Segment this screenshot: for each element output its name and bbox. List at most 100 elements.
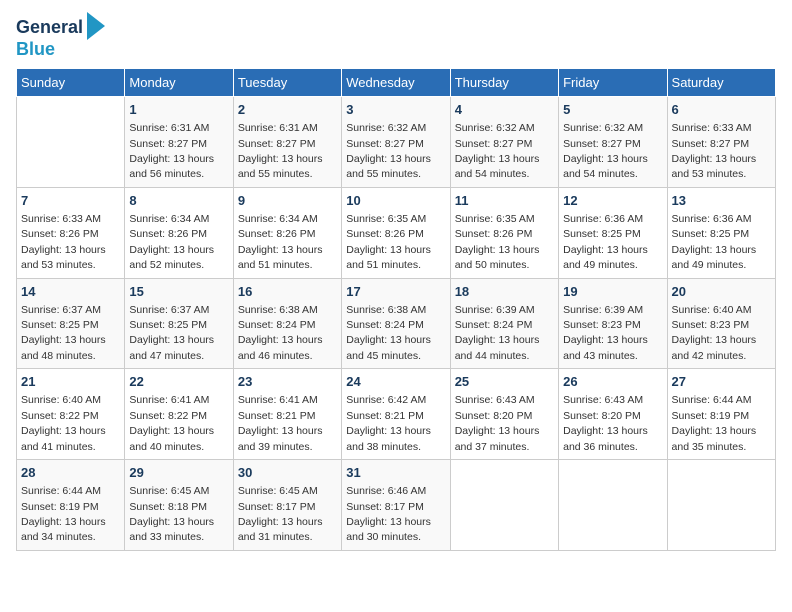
day-number: 22 [129,373,228,391]
calendar-header: SundayMondayTuesdayWednesdayThursdayFrid… [17,69,776,97]
day-number: 24 [346,373,445,391]
calendar-cell: 23 Sunrise: 6:41 AMSunset: 8:21 PMDaylig… [233,369,341,460]
calendar-cell [667,460,775,551]
cell-content: Sunrise: 6:37 AMSunset: 8:25 PMDaylight:… [129,304,214,362]
calendar-cell [450,460,558,551]
calendar-cell: 31 Sunrise: 6:46 AMSunset: 8:17 PMDaylig… [342,460,450,551]
day-number: 23 [238,373,337,391]
cell-content: Sunrise: 6:35 AMSunset: 8:26 PMDaylight:… [346,213,431,271]
day-number: 1 [129,101,228,119]
day-number: 16 [238,283,337,301]
calendar-cell: 24 Sunrise: 6:42 AMSunset: 8:21 PMDaylig… [342,369,450,460]
calendar-cell: 1 Sunrise: 6:31 AMSunset: 8:27 PMDayligh… [125,97,233,188]
calendar-cell: 15 Sunrise: 6:37 AMSunset: 8:25 PMDaylig… [125,278,233,369]
cell-content: Sunrise: 6:38 AMSunset: 8:24 PMDaylight:… [238,304,323,362]
calendar-cell: 18 Sunrise: 6:39 AMSunset: 8:24 PMDaylig… [450,278,558,369]
day-header-saturday: Saturday [667,69,775,97]
cell-content: Sunrise: 6:31 AMSunset: 8:27 PMDaylight:… [238,122,323,180]
cell-content: Sunrise: 6:44 AMSunset: 8:19 PMDaylight:… [21,485,106,543]
cell-content: Sunrise: 6:43 AMSunset: 8:20 PMDaylight:… [563,394,648,452]
calendar-cell: 8 Sunrise: 6:34 AMSunset: 8:26 PMDayligh… [125,187,233,278]
day-number: 9 [238,192,337,210]
calendar-cell: 16 Sunrise: 6:38 AMSunset: 8:24 PMDaylig… [233,278,341,369]
cell-content: Sunrise: 6:43 AMSunset: 8:20 PMDaylight:… [455,394,540,452]
cell-content: Sunrise: 6:33 AMSunset: 8:26 PMDaylight:… [21,213,106,271]
day-header-tuesday: Tuesday [233,69,341,97]
day-number: 4 [455,101,554,119]
day-number: 2 [238,101,337,119]
day-number: 20 [672,283,771,301]
calendar-cell: 30 Sunrise: 6:45 AMSunset: 8:17 PMDaylig… [233,460,341,551]
day-header-monday: Monday [125,69,233,97]
day-number: 21 [21,373,120,391]
cell-content: Sunrise: 6:36 AMSunset: 8:25 PMDaylight:… [672,213,757,271]
calendar-cell: 3 Sunrise: 6:32 AMSunset: 8:27 PMDayligh… [342,97,450,188]
cell-content: Sunrise: 6:46 AMSunset: 8:17 PMDaylight:… [346,485,431,543]
calendar-cell: 2 Sunrise: 6:31 AMSunset: 8:27 PMDayligh… [233,97,341,188]
day-number: 29 [129,464,228,482]
day-number: 18 [455,283,554,301]
calendar-cell: 26 Sunrise: 6:43 AMSunset: 8:20 PMDaylig… [559,369,667,460]
day-number: 31 [346,464,445,482]
cell-content: Sunrise: 6:41 AMSunset: 8:22 PMDaylight:… [129,394,214,452]
day-number: 17 [346,283,445,301]
cell-content: Sunrise: 6:38 AMSunset: 8:24 PMDaylight:… [346,304,431,362]
calendar-cell: 25 Sunrise: 6:43 AMSunset: 8:20 PMDaylig… [450,369,558,460]
cell-content: Sunrise: 6:45 AMSunset: 8:17 PMDaylight:… [238,485,323,543]
cell-content: Sunrise: 6:37 AMSunset: 8:25 PMDaylight:… [21,304,106,362]
calendar-cell: 21 Sunrise: 6:40 AMSunset: 8:22 PMDaylig… [17,369,125,460]
cell-content: Sunrise: 6:32 AMSunset: 8:27 PMDaylight:… [346,122,431,180]
day-number: 6 [672,101,771,119]
calendar-cell: 13 Sunrise: 6:36 AMSunset: 8:25 PMDaylig… [667,187,775,278]
day-header-friday: Friday [559,69,667,97]
cell-content: Sunrise: 6:32 AMSunset: 8:27 PMDaylight:… [455,122,540,180]
logo-arrow-icon [87,12,105,40]
cell-content: Sunrise: 6:35 AMSunset: 8:26 PMDaylight:… [455,213,540,271]
calendar-table: SundayMondayTuesdayWednesdayThursdayFrid… [16,68,776,551]
day-number: 15 [129,283,228,301]
day-header-sunday: Sunday [17,69,125,97]
day-number: 8 [129,192,228,210]
calendar-body: 1 Sunrise: 6:31 AMSunset: 8:27 PMDayligh… [17,97,776,551]
day-number: 30 [238,464,337,482]
calendar-cell: 27 Sunrise: 6:44 AMSunset: 8:19 PMDaylig… [667,369,775,460]
day-number: 25 [455,373,554,391]
day-number: 11 [455,192,554,210]
calendar-cell: 10 Sunrise: 6:35 AMSunset: 8:26 PMDaylig… [342,187,450,278]
day-header-wednesday: Wednesday [342,69,450,97]
week-row-4: 21 Sunrise: 6:40 AMSunset: 8:22 PMDaylig… [17,369,776,460]
calendar-cell: 17 Sunrise: 6:38 AMSunset: 8:24 PMDaylig… [342,278,450,369]
cell-content: Sunrise: 6:44 AMSunset: 8:19 PMDaylight:… [672,394,757,452]
day-number: 14 [21,283,120,301]
cell-content: Sunrise: 6:42 AMSunset: 8:21 PMDaylight:… [346,394,431,452]
day-header-thursday: Thursday [450,69,558,97]
calendar-cell: 19 Sunrise: 6:39 AMSunset: 8:23 PMDaylig… [559,278,667,369]
day-number: 19 [563,283,662,301]
logo: General Blue [16,16,105,60]
day-number: 7 [21,192,120,210]
calendar-cell: 6 Sunrise: 6:33 AMSunset: 8:27 PMDayligh… [667,97,775,188]
calendar-cell: 4 Sunrise: 6:32 AMSunset: 8:27 PMDayligh… [450,97,558,188]
day-number: 10 [346,192,445,210]
logo-text: General [16,18,83,38]
week-row-1: 1 Sunrise: 6:31 AMSunset: 8:27 PMDayligh… [17,97,776,188]
day-number: 28 [21,464,120,482]
week-row-2: 7 Sunrise: 6:33 AMSunset: 8:26 PMDayligh… [17,187,776,278]
cell-content: Sunrise: 6:32 AMSunset: 8:27 PMDaylight:… [563,122,648,180]
calendar-cell [559,460,667,551]
cell-content: Sunrise: 6:40 AMSunset: 8:22 PMDaylight:… [21,394,106,452]
calendar-cell: 28 Sunrise: 6:44 AMSunset: 8:19 PMDaylig… [17,460,125,551]
header-row: SundayMondayTuesdayWednesdayThursdayFrid… [17,69,776,97]
calendar-cell: 9 Sunrise: 6:34 AMSunset: 8:26 PMDayligh… [233,187,341,278]
week-row-3: 14 Sunrise: 6:37 AMSunset: 8:25 PMDaylig… [17,278,776,369]
logo-blue-text: Blue [16,39,55,59]
page-header: General Blue [16,16,776,60]
day-number: 3 [346,101,445,119]
calendar-cell: 12 Sunrise: 6:36 AMSunset: 8:25 PMDaylig… [559,187,667,278]
calendar-cell: 7 Sunrise: 6:33 AMSunset: 8:26 PMDayligh… [17,187,125,278]
cell-content: Sunrise: 6:39 AMSunset: 8:24 PMDaylight:… [455,304,540,362]
calendar-cell: 14 Sunrise: 6:37 AMSunset: 8:25 PMDaylig… [17,278,125,369]
week-row-5: 28 Sunrise: 6:44 AMSunset: 8:19 PMDaylig… [17,460,776,551]
cell-content: Sunrise: 6:36 AMSunset: 8:25 PMDaylight:… [563,213,648,271]
cell-content: Sunrise: 6:34 AMSunset: 8:26 PMDaylight:… [129,213,214,271]
